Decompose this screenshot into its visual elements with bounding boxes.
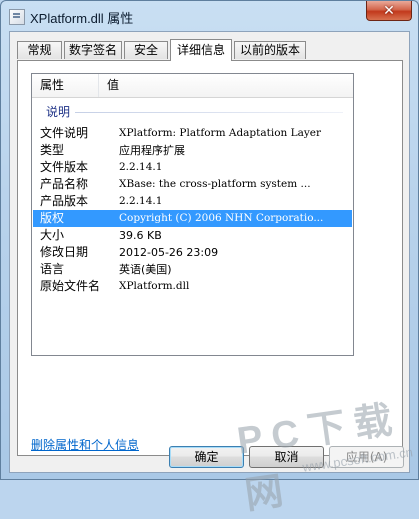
detail-row-language[interactable]: 语言 英语(美国) xyxy=(33,261,352,278)
detail-row-file-version[interactable]: 文件版本 2.2.14.1 xyxy=(33,159,352,176)
group-divider xyxy=(75,112,343,113)
detail-row-original-filename[interactable]: 原始文件名 XPlatform.dll xyxy=(33,278,352,295)
group-header-description: 说明 xyxy=(32,104,353,120)
row-key: 文件版本 xyxy=(40,160,89,174)
tab-security[interactable]: 安全 xyxy=(124,41,168,59)
detail-row-file-description[interactable]: 文件说明 XPlatform: Platform Adaptation Laye… xyxy=(33,125,352,142)
title-bar[interactable]: XPlatform.dll 属性 ✕ xyxy=(1,1,418,31)
apply-button[interactable]: 应用(A) xyxy=(329,446,404,468)
detail-row-date-modified[interactable]: 修改日期 2012-05-26 23:09 xyxy=(33,244,352,261)
row-key: 语言 xyxy=(40,262,65,276)
row-key: 文件说明 xyxy=(40,126,89,140)
row-value: 英语(美国) xyxy=(119,263,172,276)
ok-button[interactable]: 确定 xyxy=(169,446,244,468)
properties-window: XPlatform.dll 属性 ✕ 常规 数字签名 安全 详细信息 以前的版本… xyxy=(0,0,419,517)
detail-row-copyright[interactable]: 版权 Copyright (C) 2006 NHN Corporatio... xyxy=(33,210,352,227)
tab-details[interactable]: 详细信息 xyxy=(170,39,232,61)
details-listview[interactable]: 属性 值 说明 文件说明 XPlatform: Platform Adaptat… xyxy=(31,73,354,356)
tab-digital-signatures[interactable]: 数字签名 xyxy=(64,41,122,59)
column-header-property[interactable]: 属性 xyxy=(32,74,99,97)
row-value: 2.2.14.1 xyxy=(119,161,163,173)
row-value: 应用程序扩展 xyxy=(119,144,185,157)
group-label: 说明 xyxy=(46,105,71,119)
row-key: 大小 xyxy=(40,228,65,242)
row-value: XPlatform: Platform Adaptation Layer xyxy=(119,127,322,139)
detail-row-product-version[interactable]: 产品版本 2.2.14.1 xyxy=(33,193,352,210)
dll-file-icon xyxy=(9,9,25,25)
tab-previous-versions[interactable]: 以前的版本 xyxy=(234,41,306,59)
row-key: 版权 xyxy=(40,211,65,225)
row-value: XPlatform.dll xyxy=(119,280,190,292)
details-panel: 属性 值 说明 文件说明 XPlatform: Platform Adaptat… xyxy=(17,60,403,456)
window-title: XPlatform.dll 属性 xyxy=(30,11,134,26)
cancel-button[interactable]: 取消 xyxy=(249,446,324,468)
row-value: Copyright (C) 2006 NHN Corporatio... xyxy=(119,212,324,224)
column-header-value[interactable]: 值 xyxy=(99,74,353,97)
detail-row-product-name[interactable]: 产品名称 XBase: the cross-platform system ..… xyxy=(33,176,352,193)
row-value: 2.2.14.1 xyxy=(119,195,163,207)
row-key: 产品版本 xyxy=(40,194,89,208)
row-value: XBase: the cross-platform system ... xyxy=(119,178,311,190)
tab-general[interactable]: 常规 xyxy=(17,41,62,59)
close-icon: ✕ xyxy=(383,2,395,19)
close-button[interactable]: ✕ xyxy=(366,1,412,21)
row-value: 2012-05-26 23:09 xyxy=(119,246,219,259)
dialog-client: 常规 数字签名 安全 详细信息 以前的版本 属性 值 说明 文件说明 XPlat… xyxy=(9,31,414,517)
detail-row-type[interactable]: 类型 应用程序扩展 xyxy=(33,142,352,159)
row-key: 修改日期 xyxy=(40,245,89,259)
row-value: 39.6 KB xyxy=(119,229,162,242)
row-key: 原始文件名 xyxy=(40,279,101,293)
row-key: 产品名称 xyxy=(40,177,89,191)
row-key: 类型 xyxy=(40,143,65,157)
remove-properties-link[interactable]: 删除属性和个人信息 xyxy=(31,436,139,453)
detail-row-size[interactable]: 大小 39.6 KB xyxy=(33,227,352,244)
listview-header: 属性 值 xyxy=(32,74,353,98)
